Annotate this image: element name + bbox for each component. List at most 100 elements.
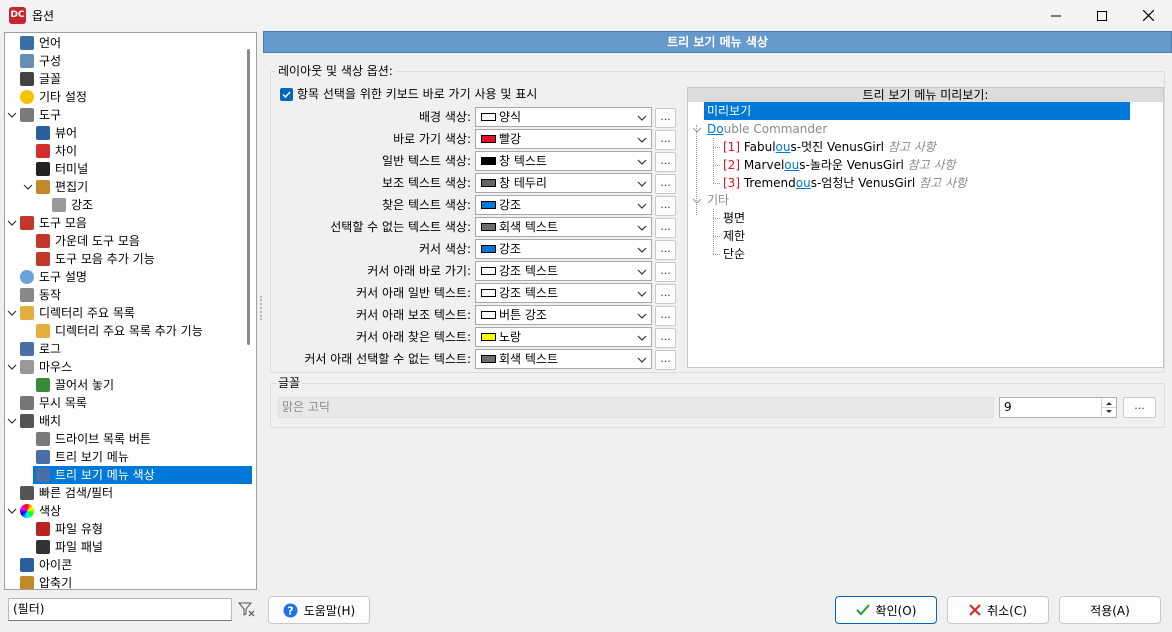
color-select[interactable]: 강조 — [475, 195, 652, 215]
tree-item[interactable]: 편집기 — [23, 178, 252, 196]
chevron-down-icon[interactable] — [7, 358, 17, 376]
color-browse-button[interactable]: ... — [655, 108, 676, 128]
tree-item[interactable]: 차이 — [33, 142, 252, 160]
chevron-down-icon[interactable] — [7, 214, 17, 232]
color-browse-button[interactable]: ... — [655, 130, 676, 150]
color-select[interactable]: 강조 텍스트 — [475, 283, 652, 303]
close-button[interactable] — [1125, 0, 1171, 31]
color-browse-button[interactable]: ... — [655, 152, 676, 172]
font-size-stepper[interactable]: 9 — [999, 397, 1117, 418]
ok-button[interactable]: 확인(O) — [835, 596, 937, 624]
tree-item[interactable]: 도구 설명 — [17, 268, 252, 286]
color-browse-button[interactable]: ... — [655, 174, 676, 194]
tree-item[interactable]: 무시 목록 — [17, 394, 252, 412]
color-browse-button[interactable]: ... — [655, 218, 676, 238]
preview-sub-item[interactable]: 평면 — [723, 209, 745, 227]
preview-sub-item[interactable]: 제한 — [723, 227, 745, 245]
tree-menu-preview[interactable]: 트리 보기 메뉴 미리보기: 미리보기 Double Commander [1]… — [687, 87, 1164, 368]
maximize-button[interactable] — [1079, 0, 1125, 31]
color-select[interactable]: 강조 텍스트 — [475, 261, 652, 281]
color-select[interactable]: 빨강 — [475, 129, 652, 149]
color-option-label: 커서 아래 일반 텍스트: — [356, 286, 471, 300]
tree-item[interactable]: 마우스 — [7, 358, 252, 376]
color-select[interactable]: 회색 텍스트 — [475, 349, 652, 369]
color-select[interactable]: 강조 — [475, 239, 652, 259]
tree-item[interactable]: 터미널 — [33, 160, 252, 178]
color-browse-button[interactable]: ... — [655, 350, 676, 370]
tree-item[interactable]: 뷰어 — [33, 124, 252, 142]
color-select[interactable]: 양식 — [475, 107, 652, 127]
tree-item[interactable]: 도구 모음 추가 기능 — [33, 250, 252, 268]
filetype-icon — [36, 522, 50, 536]
tree-item[interactable]: 빠른 검색/필터 — [17, 484, 252, 502]
tree-item[interactable]: 로그 — [17, 340, 252, 358]
preview-item[interactable]: [3] Tremendous-엄청난 VenusGirl 참고 사항 — [723, 174, 967, 192]
tree-item[interactable]: 트리 보기 메뉴 — [33, 448, 252, 466]
tree-item[interactable]: 기타 설정 — [17, 88, 252, 106]
tree-scrollbar[interactable] — [247, 49, 250, 345]
color-browse-button[interactable]: ... — [655, 328, 676, 348]
tree-item[interactable]: 디렉터리 주요 목록 — [7, 304, 252, 322]
tree-item[interactable]: 도구 모음 — [7, 214, 252, 232]
tree-item[interactable]: 도구 — [7, 106, 252, 124]
tree-item[interactable]: 파일 유형 — [33, 520, 252, 538]
font-name-field[interactable]: 맑은 고딕 — [278, 397, 994, 418]
color-swatch — [481, 267, 496, 275]
color-select[interactable]: 창 텍스트 — [475, 151, 652, 171]
color-browse-button[interactable]: ... — [655, 240, 676, 260]
chevron-down-icon[interactable] — [7, 502, 17, 520]
preview-group-double-commander[interactable]: Double Commander — [707, 120, 827, 138]
chevron-down-icon[interactable] — [7, 106, 17, 124]
tree-item[interactable]: 배치 — [7, 412, 252, 430]
color-browse-button[interactable]: ... — [655, 262, 676, 282]
tree-item[interactable]: 강조 — [49, 196, 252, 214]
color-select[interactable]: 회색 텍스트 — [475, 217, 652, 237]
tree-item[interactable]: 트리 보기 메뉴 색상 — [33, 466, 252, 484]
cancel-button[interactable]: 취소(C) — [947, 596, 1049, 624]
filter-input[interactable]: (필터) — [8, 598, 232, 621]
keyboard-shortcut-checkbox[interactable] — [280, 88, 293, 101]
color-select[interactable]: 버튼 강조 — [475, 305, 652, 325]
tree-item[interactable]: 끌어서 놓기 — [33, 376, 252, 394]
scissors-icon — [20, 216, 34, 230]
font-size-spin-buttons[interactable] — [1101, 399, 1116, 416]
tree-item[interactable]: 가운데 도구 모음 — [33, 232, 252, 250]
tree-item[interactable]: 디렉터리 주요 목록 추가 기능 — [33, 322, 252, 340]
minimize-button[interactable] — [1033, 0, 1079, 31]
tree-item[interactable]: 구성 — [17, 52, 252, 70]
preview-group-other[interactable]: 기타 — [707, 191, 729, 209]
color-swatch — [481, 135, 496, 143]
tree-item[interactable]: 동작 — [17, 286, 252, 304]
apply-button[interactable]: 적용(A) — [1059, 596, 1161, 624]
tree-item-label: 동작 — [39, 288, 62, 302]
chevron-down-icon — [637, 288, 647, 298]
color-browse-button[interactable]: ... — [655, 306, 676, 326]
preview-item[interactable]: [1] Fabulous-멋진 VenusGirl 참고 사항 — [723, 138, 936, 156]
tree-item[interactable]: 색상 — [7, 502, 252, 520]
options-tree[interactable]: 언어 구성 글꼴 기타 설정 도구 뷰어 차이 터미널 편집기 강조 도구 모음 가운데 도구 모음 도… — [4, 32, 257, 590]
preview-item[interactable]: [2] Marvelous-놀라운 VenusGirl 참고 사항 — [723, 156, 956, 174]
tree-item[interactable]: 글꼴 — [17, 70, 252, 88]
apply-button-label: 적용(A) — [1090, 603, 1130, 618]
color-swatch — [481, 245, 496, 253]
tree-item[interactable]: 언어 — [17, 34, 252, 52]
chevron-down-icon[interactable] — [7, 412, 17, 430]
tree-item[interactable]: 아이콘 — [17, 556, 252, 574]
font-browse-button[interactable]: ... — [1123, 397, 1156, 418]
chevron-down-icon[interactable] — [23, 178, 33, 196]
color-select[interactable]: 창 테두리 — [475, 173, 652, 193]
ignore-icon — [20, 396, 34, 410]
splitter[interactable] — [260, 296, 262, 320]
color-select[interactable]: 노랑 — [475, 327, 652, 347]
tree-item[interactable]: 파일 패널 — [33, 538, 252, 556]
preview-sub-item[interactable]: 단순 — [723, 245, 745, 263]
filter-clear-icon[interactable] — [237, 600, 255, 618]
tree-item[interactable]: 압축기 — [17, 574, 252, 589]
terminal-icon — [36, 162, 50, 176]
color-browse-button[interactable]: ... — [655, 284, 676, 304]
tree-item[interactable]: 드라이브 목록 버튼 — [33, 430, 252, 448]
preview-selected-item[interactable]: 미리보기 — [704, 102, 1130, 120]
color-browse-button[interactable]: ... — [655, 196, 676, 216]
help-button[interactable]: ? 도움말(H) — [268, 596, 370, 624]
chevron-down-icon[interactable] — [7, 304, 17, 322]
